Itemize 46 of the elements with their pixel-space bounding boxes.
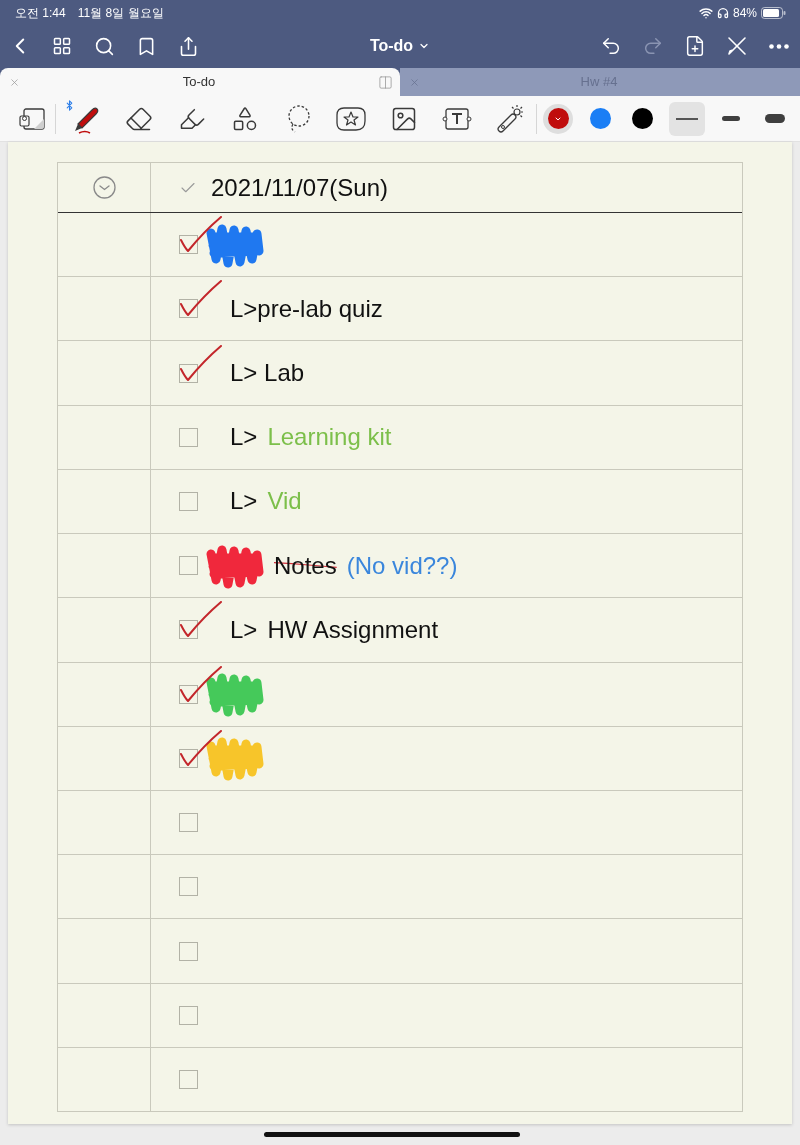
stroke-width-icon [765,114,785,123]
handwritten-text: HW Assignment [267,617,439,642]
status-date: 11월 8일 월요일 [77,5,164,22]
handwritten-text: Learning kit [267,425,392,450]
battery-icon [761,7,786,19]
handwritten-text: L> [230,425,258,450]
undo-icon [600,35,622,57]
more-icon [769,43,789,49]
checkbox[interactable] [179,492,198,511]
handwritten-text: L> [230,489,258,514]
grid-icon [52,36,72,56]
checkbox[interactable] [179,877,198,897]
stroke-width-button[interactable] [669,101,705,136]
document-title-button[interactable]: To-do [365,30,435,62]
handwritten-text: L>pre-lab quiz [230,296,383,321]
zoom-window-icon [19,106,45,131]
handwritten-text: Vid [267,489,302,514]
headphones-icon [716,7,729,19]
checkbox[interactable] [179,1005,198,1025]
checkbox[interactable] [179,363,198,383]
add-page-icon [684,35,706,57]
checkbox[interactable] [179,941,198,961]
checkbox[interactable] [179,684,198,704]
status-time: 오전 1:44 [15,5,66,22]
clock-icon [92,176,116,199]
handwritten-text: L> [230,617,258,642]
checkbox[interactable] [179,427,198,447]
battery-percent: 84% [732,5,757,22]
handwritten-date: 2021/11/07(Sun) [211,172,389,203]
handwritten-text: L> Lab [230,361,305,386]
handwritten-text: (No vid??) [346,553,458,578]
checkbox[interactable] [179,235,198,255]
checkbox[interactable] [179,748,198,768]
checkbox[interactable] [179,299,198,319]
laser-pointer-icon [494,103,525,134]
stroke-width-icon [722,116,740,121]
stroke-width-icon [676,117,698,120]
checkbox[interactable] [179,813,198,833]
crossed-pencil-icon [727,36,747,56]
checkbox[interactable] [179,1069,198,1089]
wifi-icon [698,6,713,20]
checkbox[interactable] [179,556,198,576]
star-sticker-icon [335,106,366,131]
search-icon [93,35,115,57]
checkbox[interactable] [179,620,198,640]
text-box-icon [441,107,472,130]
